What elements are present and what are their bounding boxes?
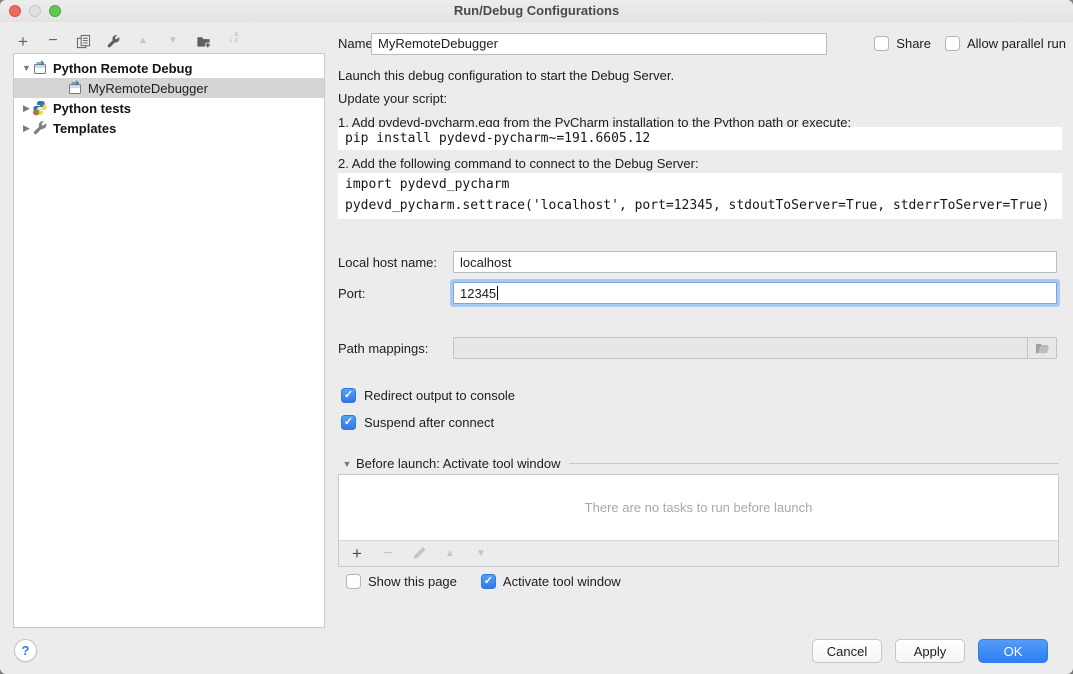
chevron-expanded-icon[interactable]: ▼ [341, 459, 353, 469]
settrace-code-block: import pydevd_pycharm pydevd_pycharm.set… [338, 173, 1062, 219]
move-down-button[interactable]: ▼ [164, 32, 182, 50]
allow-parallel-run-checkbox[interactable]: ✓ [945, 36, 960, 51]
show-this-page-label[interactable]: Show this page [368, 574, 457, 589]
move-task-down-button[interactable]: ▼ [474, 547, 488, 561]
window-title: Run/Debug Configurations [0, 0, 1073, 22]
path-mappings-label: Path mappings: [338, 341, 453, 356]
redirect-output-checkbox[interactable]: ✓ [341, 388, 356, 403]
section-divider [569, 463, 1059, 464]
sort-az-icon: a z [235, 32, 239, 44]
open-folder-icon [1035, 342, 1050, 355]
settrace-code-line1: import pydevd_pycharm [345, 177, 509, 192]
suspend-after-connect-checkbox[interactable]: ✓ [341, 415, 356, 430]
configurations-toolbar: + − ▲ ▼ ↓ a z [14, 31, 242, 51]
add-configuration-button[interactable]: + [14, 32, 32, 50]
browse-path-mappings-button[interactable] [1027, 338, 1056, 358]
text-cursor [497, 286, 498, 300]
activate-tool-window-label[interactable]: Activate tool window [503, 574, 621, 589]
python-tests-icon [32, 100, 48, 116]
chevron-collapsed-icon[interactable]: ▶ [21, 123, 32, 134]
templates-wrench-icon [32, 120, 48, 136]
configuration-editor: Name: ✓ Share ✓ Allow parallel run Launc… [338, 30, 1062, 596]
settrace-code-line2: pydevd_pycharm.settrace('localhost', por… [345, 198, 1049, 213]
description-text: Launch this debug configuration to start… [338, 67, 674, 84]
port-value: 12345 [460, 286, 496, 301]
before-launch-task-list: There are no tasks to run before launch … [338, 474, 1059, 567]
tree-item-label: MyRemoteDebugger [88, 81, 208, 96]
tree-item-label: Python tests [53, 101, 131, 116]
port-label: Port: [338, 286, 453, 301]
ok-button[interactable]: OK [978, 639, 1048, 663]
before-launch-section-header[interactable]: ▼ Before launch: Activate tool window [341, 456, 1059, 471]
show-this-page-checkbox[interactable]: ✓ [346, 574, 361, 589]
allow-parallel-run-label[interactable]: Allow parallel run [967, 36, 1066, 51]
tree-item-python-tests[interactable]: ▶ Python tests [14, 98, 324, 118]
chevron-expanded-icon[interactable]: ▼ [21, 63, 32, 73]
add-task-button[interactable]: + [350, 547, 364, 561]
move-task-up-button[interactable]: ▲ [443, 547, 457, 561]
no-tasks-hint: There are no tasks to run before launch [585, 500, 813, 515]
check-icon: ✓ [484, 576, 493, 587]
share-checkbox[interactable]: ✓ [874, 36, 889, 51]
minimize-window-button[interactable] [29, 5, 41, 17]
copy-icon [76, 34, 91, 49]
remote-debug-icon [67, 80, 83, 96]
tree-item-label: Python Remote Debug [53, 61, 192, 76]
edit-configuration-button[interactable] [104, 32, 122, 50]
local-host-name-label: Local host name: [338, 255, 453, 270]
tree-item-templates[interactable]: ▶ Templates [14, 118, 324, 138]
new-folder-button[interactable] [194, 32, 212, 50]
zoom-window-button[interactable] [49, 5, 61, 17]
sort-configurations-button[interactable]: ↓ a z [224, 32, 242, 50]
remove-configuration-button[interactable]: − [44, 32, 62, 50]
new-folder-icon [196, 34, 211, 49]
tree-item-label: Templates [53, 121, 116, 136]
local-host-name-input[interactable] [453, 251, 1057, 273]
tree-item-myremotedebugger[interactable]: MyRemoteDebugger [14, 78, 324, 98]
port-input[interactable]: 12345 [453, 282, 1057, 304]
share-label[interactable]: Share [896, 36, 931, 51]
dialog-buttons: Cancel Apply OK [812, 639, 1048, 663]
title-bar: Run/Debug Configurations [0, 0, 1073, 22]
chevron-collapsed-icon[interactable]: ▶ [21, 103, 32, 114]
path-mappings-input[interactable] [453, 337, 1057, 359]
copy-configuration-button[interactable] [74, 32, 92, 50]
suspend-after-connect-label[interactable]: Suspend after connect [364, 415, 494, 430]
close-window-button[interactable] [9, 5, 21, 17]
redirect-output-label[interactable]: Redirect output to console [364, 388, 515, 403]
edit-task-button[interactable] [412, 547, 426, 561]
help-button[interactable]: ? [14, 639, 37, 662]
remote-debug-icon [32, 60, 48, 76]
pencil-icon [412, 546, 426, 561]
move-up-button[interactable]: ▲ [134, 32, 152, 50]
check-icon: ✓ [344, 417, 353, 428]
task-list-toolbar: + − ▲ ▼ [339, 540, 1058, 566]
run-debug-configurations-dialog: Run/Debug Configurations + − ▲ ▼ ↓ a z ▼ [0, 0, 1073, 674]
activate-tool-window-checkbox[interactable]: ✓ [481, 574, 496, 589]
name-label: Name: [338, 36, 371, 51]
remove-task-button[interactable]: − [381, 547, 395, 561]
before-launch-title: Before launch: Activate tool window [356, 456, 561, 471]
apply-button[interactable]: Apply [895, 639, 965, 663]
pip-install-code: pip install pydevd-pycharm~=191.6605.12 [338, 127, 1062, 150]
name-input[interactable] [371, 33, 827, 55]
wrench-icon [106, 34, 121, 49]
cancel-button[interactable]: Cancel [812, 639, 882, 663]
tree-item-python-remote-debug[interactable]: ▼ Python Remote Debug [14, 58, 324, 78]
step2-text: 2. Add the following command to connect … [338, 155, 699, 172]
configurations-tree: ▼ Python Remote Debug MyRemoteDebugger ▶… [13, 53, 325, 628]
check-icon: ✓ [344, 390, 353, 401]
traffic-lights [9, 5, 61, 17]
update-script-text: Update your script: [338, 90, 447, 107]
sort-arrow-icon: ↓ [228, 32, 234, 44]
